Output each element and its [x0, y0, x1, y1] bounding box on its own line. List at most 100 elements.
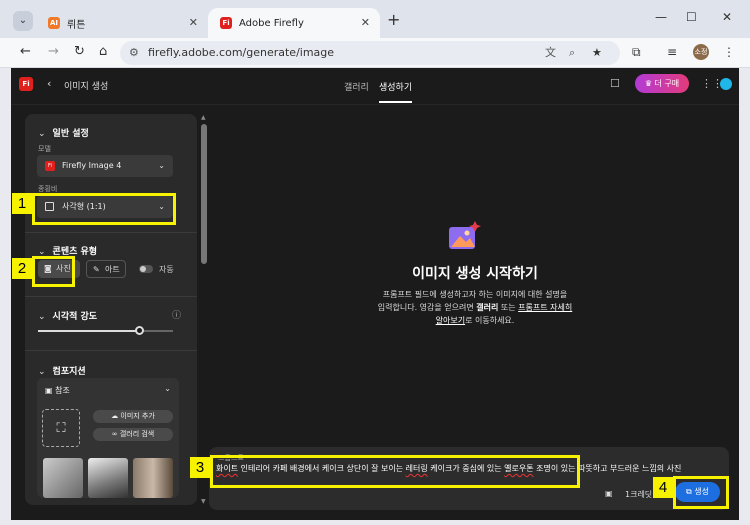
- tab-generate[interactable]: 생성하기: [379, 80, 413, 103]
- section-title: 콘텐츠 유형: [52, 247, 98, 257]
- chevron-down-icon: ⌄: [38, 247, 46, 257]
- wrtn-favicon-icon: AI: [48, 17, 60, 29]
- minimize-icon[interactable]: —: [655, 10, 667, 24]
- home-icon[interactable]: ⌂: [99, 44, 107, 59]
- close-window-icon[interactable]: ✕: [722, 10, 732, 24]
- scroll-down-icon[interactable]: ▼: [201, 498, 206, 505]
- visual-intensity-header[interactable]: ⌄ 시각적 강도: [38, 309, 97, 322]
- auto-toggle[interactable]: [139, 265, 153, 273]
- model-label: 모델: [38, 145, 51, 153]
- bookmark-star-icon[interactable]: ★: [592, 41, 602, 65]
- zoom-icon[interactable]: ⌕: [569, 41, 575, 65]
- prompt-segment: 화이트: [216, 464, 239, 473]
- app-top-nav: Fi ‹ 이미지 생성 갤러리 생성하기 ☐ ♛ 더 구매 ⋮⋮: [11, 68, 739, 105]
- close-tab-icon[interactable]: ✕: [189, 16, 198, 29]
- close-tab-icon[interactable]: ✕: [361, 16, 370, 29]
- slider-knob[interactable]: [135, 326, 145, 335]
- camera-icon: ◙: [44, 264, 52, 273]
- profile-avatar[interactable]: 소정: [693, 44, 709, 60]
- visual-intensity-slider[interactable]: [38, 326, 173, 335]
- buy-label: 더 구매: [654, 79, 680, 88]
- learn-more-link[interactable]: 알아보기: [436, 316, 465, 325]
- credit-icon: ▣: [605, 489, 613, 498]
- info-icon[interactable]: ⓘ: [172, 308, 181, 321]
- buy-more-button[interactable]: ♛ 더 구매: [635, 74, 689, 93]
- generate-button[interactable]: ⧉ 생성: [675, 482, 720, 502]
- annotation-number: 3: [190, 457, 210, 478]
- desc-line: 프롬프트 필드에 생성하고자 하는 이미지에 대한 설명을: [382, 290, 568, 299]
- gallery-search-button[interactable]: ∞ 갤러리 검색: [93, 428, 173, 441]
- firefly-favicon-icon: Fi: [220, 17, 232, 29]
- divider: [25, 296, 197, 297]
- desc-line: 로 이동하세요.: [465, 316, 515, 325]
- address-toolbar: ← → ↻ ⌂ ⚙ firefly.adobe.com/generate/ima…: [0, 38, 750, 68]
- translate-icon[interactable]: 文: [545, 41, 556, 65]
- content-type-header[interactable]: ⌄ 콘텐츠 유형: [38, 244, 97, 257]
- firefly-app: Fi ‹ 이미지 생성 갤러리 생성하기 ☐ ♛ 더 구매 ⋮⋮ ⌄ 일반 설정 …: [11, 68, 739, 520]
- back-chevron-icon[interactable]: ‹: [47, 77, 51, 90]
- annotation-number: 4: [653, 477, 673, 498]
- section-title: 일반 설정: [52, 129, 89, 139]
- aspect-ratio-select[interactable]: 사각형 (1:1) ⌄: [37, 196, 173, 218]
- upload-cloud-icon: ☁: [111, 412, 121, 420]
- reference-label: 참조: [55, 386, 70, 395]
- annotation-number: 1: [12, 193, 32, 214]
- url-text: firefly.adobe.com/generate/image: [148, 46, 335, 59]
- section-title: 시각적 강도: [52, 312, 98, 322]
- site-info-icon[interactable]: ⚙: [129, 41, 139, 65]
- reference-thumbnail[interactable]: [133, 458, 173, 498]
- general-settings-header[interactable]: ⌄ 일반 설정: [38, 126, 89, 139]
- browser-tab-firefly[interactable]: Fi Adobe Firefly ✕: [208, 8, 380, 38]
- button-label: 이미지 추가: [120, 412, 155, 420]
- prompt-input[interactable]: 화이트 인테리어 카페 배경에서 케이크 상단이 잘 보이는 레터링 케이크가 …: [216, 463, 681, 474]
- divider: [25, 232, 197, 233]
- new-tab-icon[interactable]: +: [387, 10, 400, 29]
- menu-icon[interactable]: ⋮: [723, 45, 735, 59]
- hero-title: 이미지 생성 시작하기: [412, 266, 538, 282]
- browser-tab-bar: ⌄ AI 뤼튼 ✕ Fi Adobe Firefly ✕ + — ☐ ✕: [0, 0, 750, 38]
- reload-icon[interactable]: ↻: [74, 44, 85, 59]
- extensions-icon[interactable]: ⧉: [632, 45, 641, 60]
- prompt-guide-link[interactable]: 프롬프트 자세히: [518, 303, 572, 312]
- section-title: 컴포지션: [52, 367, 86, 377]
- content-art-button[interactable]: ✎ 아트: [86, 260, 126, 278]
- creative-cloud-avatar[interactable]: [720, 78, 732, 90]
- prompt-box[interactable]: 프롬프트 화이트 인테리어 카페 배경에서 케이크 상단이 잘 보이는 레터링 …: [209, 447, 729, 510]
- button-label: 갤러리 검색: [119, 430, 155, 438]
- media-control-icon[interactable]: ≡: [667, 45, 677, 59]
- tab-search-button[interactable]: ⌄: [13, 11, 33, 31]
- reference-thumbnail[interactable]: [43, 458, 83, 498]
- reference-thumbnail[interactable]: [88, 458, 128, 498]
- add-image-button[interactable]: ☁ 이미지 추가: [93, 410, 173, 423]
- back-icon[interactable]: ←: [20, 44, 31, 59]
- content-photo-button[interactable]: ◙ 사진: [38, 260, 80, 278]
- maximize-icon[interactable]: ☐: [686, 10, 697, 24]
- model-value: Firefly Image 4: [62, 161, 122, 170]
- scroll-up-icon[interactable]: ▲: [201, 114, 206, 121]
- gallery-link[interactable]: 갤러리: [476, 303, 498, 312]
- model-select[interactable]: Fi Firefly Image 4 ⌄: [37, 155, 173, 177]
- chip-label: 사진: [56, 264, 71, 273]
- forward-icon[interactable]: →: [48, 44, 59, 59]
- slider-fill: [38, 330, 140, 332]
- prompt-label: 프롬프트: [218, 454, 244, 462]
- chevron-down-icon[interactable]: ⌄: [164, 384, 171, 393]
- url-bar[interactable]: ⚙ firefly.adobe.com/generate/image 文 ⌕ ★: [120, 41, 620, 65]
- panel-scrollbar[interactable]: ▲ ▼: [201, 114, 207, 505]
- browser-tab-wrtn[interactable]: AI 뤼튼 ✕: [36, 8, 208, 38]
- scrollbar-thumb[interactable]: [201, 124, 207, 264]
- feedback-icon[interactable]: ☐: [610, 77, 620, 90]
- square-icon: [45, 202, 54, 211]
- chevron-down-icon: ⌄: [38, 129, 46, 139]
- hero-description: 프롬프트 필드에 생성하고자 하는 이미지에 대한 설명을 입력합니다. 영감을…: [361, 288, 589, 327]
- composition-header[interactable]: ⌄ 컴포지션: [38, 364, 86, 377]
- prompt-segment: 케이크가 중심에 있는: [427, 464, 505, 473]
- brush-icon: ✎: [93, 265, 100, 274]
- button-label: 생성: [694, 487, 709, 496]
- firefly-logo-icon[interactable]: Fi: [19, 77, 33, 91]
- prompt-segment: 인테리어 카페 배경에서 케이크 상단이 잘 보이는: [238, 464, 406, 473]
- divider: [25, 350, 197, 351]
- reference-header[interactable]: ▣ 참조: [45, 385, 70, 396]
- upload-image-icon[interactable]: ⛶: [42, 409, 80, 447]
- tab-gallery[interactable]: 갤러리: [344, 80, 369, 93]
